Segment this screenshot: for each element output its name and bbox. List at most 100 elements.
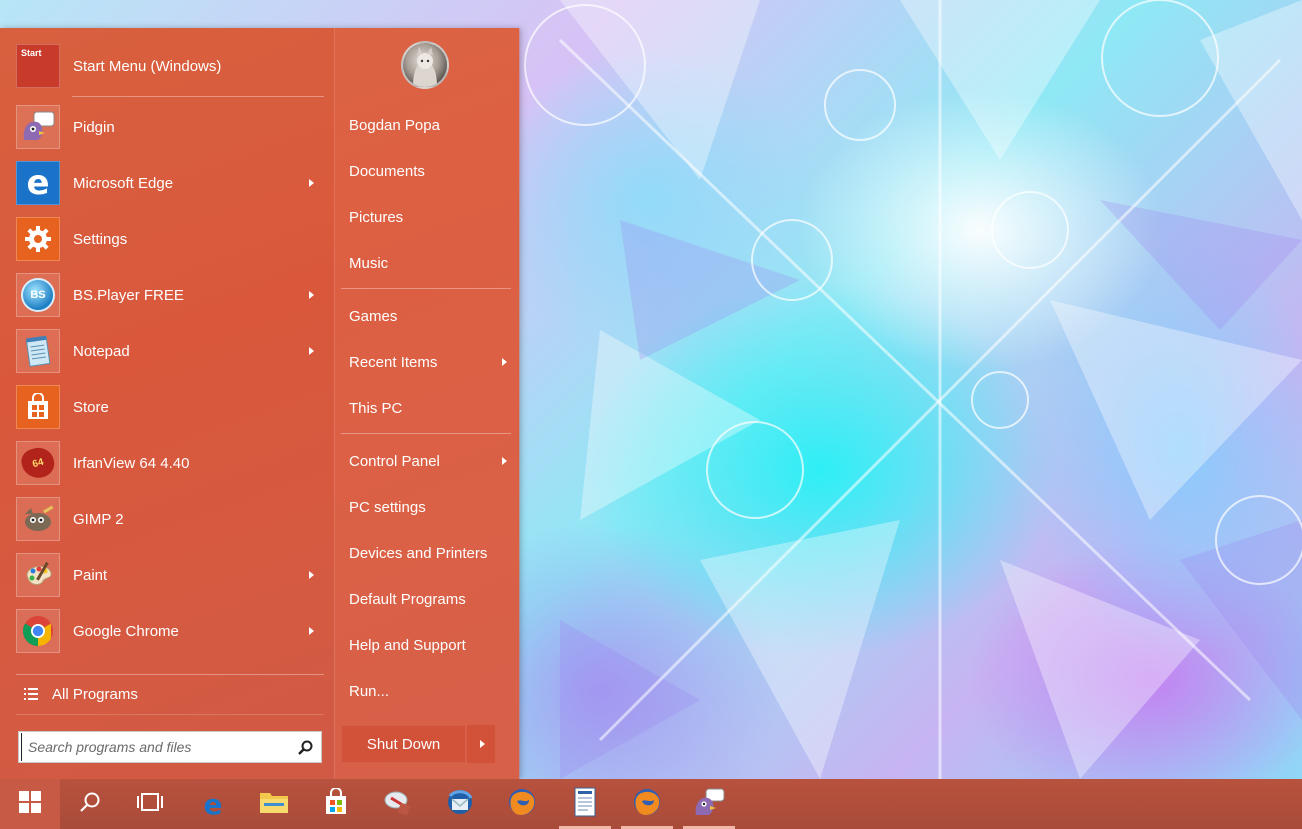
gimp-icon	[16, 497, 60, 541]
place-label: Help and Support	[349, 636, 466, 654]
program-label: IrfanView 64 4.40	[73, 454, 190, 472]
bsplayer-badge: BS	[30, 289, 46, 301]
file-explorer-icon	[259, 789, 289, 820]
place-label: Default Programs	[349, 590, 466, 608]
firefox-icon	[507, 787, 537, 822]
program-settings[interactable]: Settings	[16, 215, 326, 263]
start-button[interactable]	[0, 779, 60, 829]
all-programs-button[interactable]: All Programs	[16, 679, 316, 709]
firefox-icon	[632, 787, 662, 822]
program-microsoft-edge[interactable]: e Microsoft Edge	[16, 159, 326, 207]
document-viewer-icon	[572, 787, 598, 822]
program-google-chrome[interactable]: Google Chrome	[16, 607, 326, 655]
place-label: Recent Items	[349, 353, 438, 371]
search-icon[interactable]	[297, 739, 315, 757]
task-view-button[interactable]	[120, 779, 180, 829]
edge-icon: e	[16, 161, 60, 205]
place-help-and-support[interactable]: Help and Support	[341, 628, 511, 662]
submenu-arrow-icon	[502, 457, 507, 465]
task-view-icon	[137, 792, 163, 817]
taskbar-firefox-2[interactable]	[617, 779, 677, 829]
taskbar-thunderbird[interactable]	[430, 779, 490, 829]
place-games[interactable]: Games	[341, 299, 511, 333]
places-column: Bogdan Popa Documents Pictures Music Gam…	[334, 28, 520, 779]
store-icon	[322, 786, 350, 821]
taskbar-store[interactable]	[306, 779, 366, 829]
program-label: Paint	[73, 566, 108, 584]
submenu-arrow-icon	[309, 179, 314, 187]
place-music[interactable]: Music	[341, 246, 511, 280]
program-bsplayer[interactable]: BS BS.Player FREE	[16, 271, 326, 319]
pidgin-icon	[16, 105, 60, 149]
program-label: Notepad	[73, 342, 130, 360]
chrome-icon	[16, 609, 60, 653]
place-label: Games	[349, 307, 398, 325]
start-menu-app-icon: Start	[16, 44, 60, 88]
submenu-arrow-icon	[309, 627, 314, 635]
store-icon	[16, 385, 60, 429]
place-recent-items[interactable]: Recent Items	[341, 345, 511, 379]
irfanview-icon: 64	[16, 441, 60, 485]
place-label: Pictures	[349, 208, 404, 226]
notepad-icon	[16, 329, 60, 373]
taskbar-pidgin[interactable]	[679, 779, 739, 829]
user-avatar[interactable]	[401, 41, 449, 89]
program-pidgin[interactable]: Pidgin	[16, 103, 326, 151]
program-label: Pidgin	[73, 118, 115, 136]
search-input[interactable]	[21, 733, 304, 761]
edge-icon: e	[203, 787, 223, 821]
irfanview-badge: 64	[31, 456, 45, 470]
program-gimp[interactable]: GIMP 2	[16, 495, 326, 543]
taskbar-network-tool[interactable]	[368, 779, 428, 829]
place-user-name[interactable]: Bogdan Popa	[341, 108, 511, 142]
place-label: Music	[349, 254, 389, 272]
shut-down-options-button[interactable]	[467, 725, 495, 763]
place-control-panel[interactable]: Control Panel	[341, 444, 511, 478]
search-icon	[79, 791, 101, 818]
taskbar-file-explorer[interactable]	[244, 779, 304, 829]
taskbar-firefox[interactable]	[492, 779, 552, 829]
place-label: Bogdan Popa	[349, 116, 440, 134]
place-devices-and-printers[interactable]: Devices and Printers	[341, 536, 511, 570]
program-store[interactable]: Store	[16, 383, 326, 431]
start-menu: Start Start Menu (Windows) Pidgin e Micr	[0, 28, 520, 779]
program-irfanview[interactable]: 64 IrfanView 64 4.40	[16, 439, 326, 487]
paint-icon	[16, 553, 60, 597]
taskbar-edge[interactable]: e	[183, 779, 243, 829]
all-programs-label: All Programs	[52, 685, 138, 703]
place-label: Run...	[349, 682, 390, 700]
pinned-programs-column: Start Start Menu (Windows) Pidgin e Micr	[0, 28, 334, 779]
program-label: Microsoft Edge	[73, 174, 174, 192]
program-label: GIMP 2	[73, 510, 124, 528]
place-label: Control Panel	[349, 452, 440, 470]
place-this-pc[interactable]: This PC	[341, 391, 511, 425]
place-pc-settings[interactable]: PC settings	[341, 490, 511, 524]
bsplayer-icon: BS	[16, 273, 60, 317]
program-label: BS.Player FREE	[73, 286, 184, 304]
submenu-arrow-icon	[309, 571, 314, 579]
program-label: Store	[73, 398, 109, 416]
taskbar-search-button[interactable]	[60, 779, 120, 829]
start-app-icon-text: Start	[21, 48, 42, 58]
divider	[16, 714, 324, 715]
divider	[341, 433, 511, 434]
place-pictures[interactable]: Pictures	[341, 200, 511, 234]
place-label: This PC	[349, 399, 403, 417]
taskbar: e	[0, 779, 1302, 829]
taskbar-document-viewer[interactable]	[555, 779, 615, 829]
settings-gear-icon	[16, 217, 60, 261]
shut-down-button[interactable]: Shut Down	[341, 725, 466, 763]
place-run[interactable]: Run...	[341, 674, 511, 708]
place-documents[interactable]: Documents	[341, 154, 511, 188]
shut-down-label: Shut Down	[366, 735, 441, 753]
thunderbird-icon	[445, 788, 475, 821]
network-tool-icon	[383, 788, 413, 821]
place-default-programs[interactable]: Default Programs	[341, 582, 511, 616]
search-box	[18, 731, 322, 763]
place-label: Devices and Printers	[349, 544, 488, 562]
program-label: Start Menu (Windows)	[73, 57, 222, 75]
program-paint[interactable]: Paint	[16, 551, 326, 599]
program-notepad[interactable]: Notepad	[16, 327, 326, 375]
program-start-menu[interactable]: Start Start Menu (Windows)	[16, 42, 326, 90]
divider	[72, 96, 324, 97]
